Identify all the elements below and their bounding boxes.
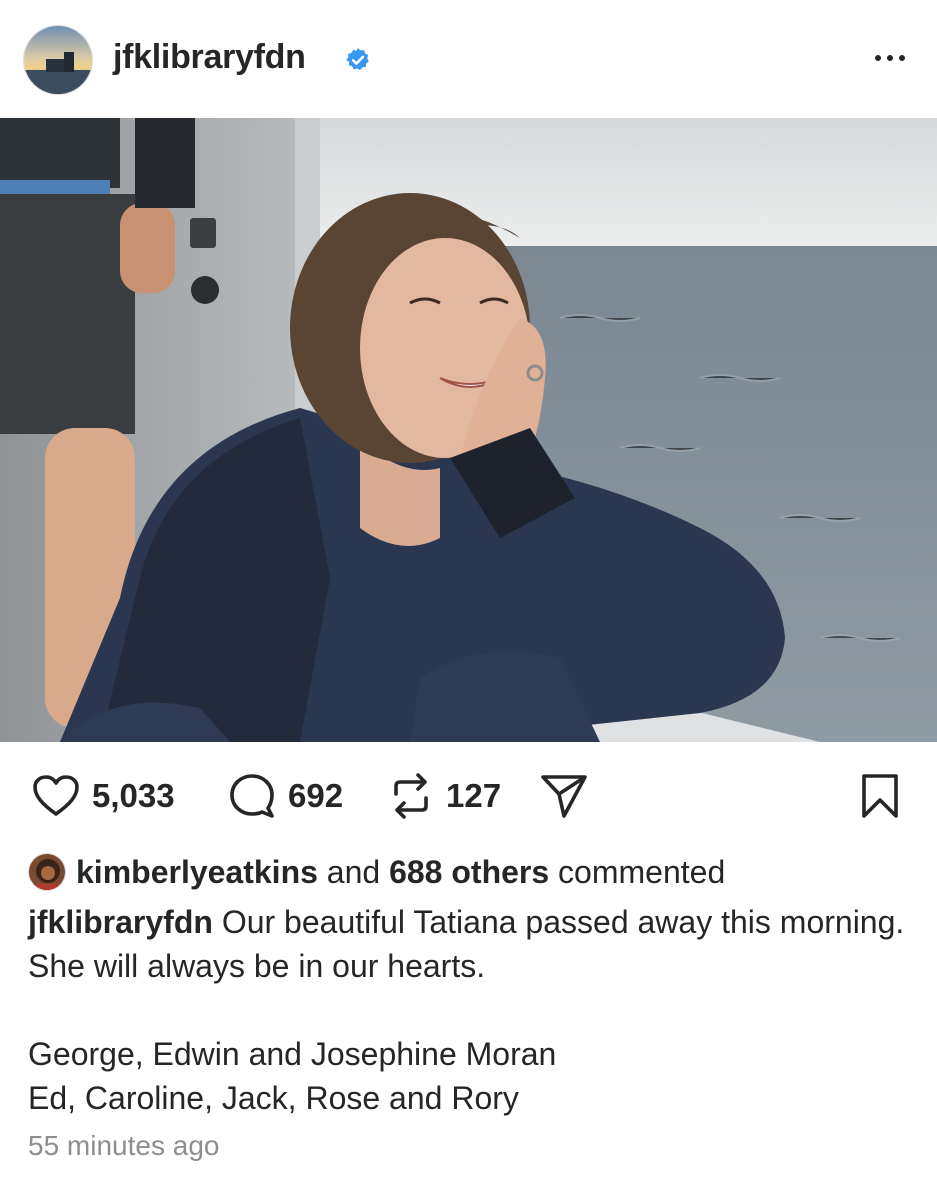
- post-caption: jfklibraryfdn Our beautiful Tatiana pass…: [28, 900, 918, 1120]
- caption-username[interactable]: jfklibraryfdn: [28, 904, 213, 940]
- commented-suffix: commented: [549, 853, 726, 890]
- bookmark-icon[interactable]: [860, 773, 900, 819]
- save-group: [860, 772, 900, 820]
- commenter-avatar-image: [29, 854, 65, 890]
- others-count[interactable]: 688 others: [389, 854, 549, 891]
- commenter-avatar[interactable]: [28, 853, 66, 891]
- comment-group: 692: [228, 772, 343, 820]
- repost-count[interactable]: 127: [446, 777, 501, 815]
- post-image[interactable]: [0, 118, 937, 742]
- share-group: [540, 772, 588, 820]
- avatar-image: [24, 26, 92, 94]
- commented-by-row: kimberlyeatkins and 688 others commented: [28, 852, 725, 892]
- comment-count[interactable]: 692: [288, 777, 343, 815]
- caption-signature-line-1: George, Edwin and Josephine Moran: [28, 1036, 557, 1072]
- account-avatar[interactable]: [23, 25, 93, 95]
- more-horizontal-icon[interactable]: [873, 48, 907, 68]
- photo-illustration: [0, 118, 937, 742]
- like-group: 5,033: [32, 772, 175, 820]
- repost-icon[interactable]: [388, 772, 434, 820]
- like-count[interactable]: 5,033: [92, 777, 175, 815]
- commenter-username[interactable]: kimberlyeatkins: [76, 854, 318, 891]
- comment-icon[interactable]: [228, 772, 276, 820]
- post-header: jfklibraryfdn: [0, 0, 937, 118]
- repost-group: 127: [388, 772, 501, 820]
- caption-first-paragraph: jfklibraryfdn Our beautiful Tatiana pass…: [28, 900, 918, 988]
- send-icon[interactable]: [540, 773, 588, 819]
- post-timestamp: 55 minutes ago: [28, 1130, 220, 1161]
- caption-signature-line-2: Ed, Caroline, Jack, Rose and Rory: [28, 1080, 519, 1116]
- heart-icon[interactable]: [32, 774, 80, 818]
- commented-connector: and: [317, 853, 390, 890]
- verified-badge-icon: [346, 48, 369, 71]
- account-username[interactable]: jfklibraryfdn: [113, 38, 306, 77]
